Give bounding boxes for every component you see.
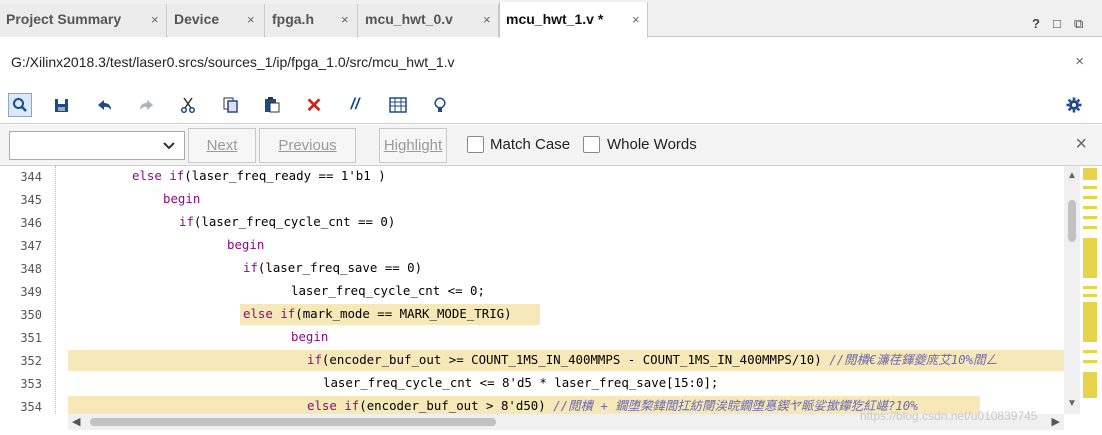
close-icon[interactable]: × — [151, 12, 159, 27]
line-number: 352 — [20, 354, 42, 368]
change-marker[interactable] — [1083, 294, 1097, 297]
editor-tab-bar: Project Summary × Device × fpga.h × mcu_… — [0, 0, 1102, 38]
tab-mcu-hwt-0[interactable]: mcu_hwt_0.v × — [359, 4, 499, 37]
change-marker[interactable] — [1083, 206, 1097, 209]
chevron-down-icon[interactable] — [163, 137, 175, 153]
horizontal-scroll-thumb[interactable] — [90, 418, 496, 426]
tab-label: fpga.h — [272, 11, 314, 27]
whole-words-checkbox[interactable] — [583, 136, 600, 153]
tab-label: Device — [174, 11, 220, 27]
line-number: 348 — [20, 262, 42, 276]
undo-icon[interactable] — [92, 93, 116, 117]
code-line: if(encoder_buf_out >= COUNT_1MS_IN_400MM… — [307, 352, 998, 367]
line-number: 346 — [20, 216, 42, 230]
help-icon[interactable]: ? — [1032, 16, 1040, 31]
change-marker[interactable] — [1083, 350, 1097, 353]
change-marker[interactable] — [1083, 372, 1097, 398]
next-button[interactable]: Next — [188, 128, 256, 163]
tab-device[interactable]: Device × — [168, 4, 265, 37]
match-case-checkbox[interactable] — [467, 136, 484, 153]
close-icon[interactable]: × — [1075, 53, 1084, 70]
restore-icon[interactable]: □ — [1053, 16, 1061, 31]
maximize-icon[interactable]: ⧉ — [1074, 16, 1083, 32]
tab-label: mcu_hwt_1.v * — [506, 11, 604, 27]
paste-icon[interactable] — [260, 93, 284, 117]
editor-toolbar: ✕ // — [0, 86, 1102, 124]
redo-icon[interactable] — [134, 93, 158, 117]
change-marker[interactable] — [1083, 360, 1097, 363]
code-line: begin — [291, 329, 329, 344]
tab-label: Project Summary — [6, 11, 122, 27]
scroll-right-icon[interactable]: ▶ — [1052, 415, 1060, 428]
line-number: 353 — [20, 377, 42, 391]
find-combobox[interactable] — [9, 131, 185, 160]
code-line: else if(laser_freq_ready == 1'b1 ) — [132, 168, 386, 183]
whole-words-label[interactable]: Whole Words — [607, 136, 697, 153]
comment-icon[interactable]: // — [343, 93, 367, 117]
code-line: else if(mark_mode == MARK_MODE_TRIG) — [243, 306, 512, 321]
previous-button[interactable]: Previous — [259, 128, 356, 163]
code-line: laser_freq_cycle_cnt <= 0; — [291, 283, 485, 298]
highlight-button[interactable]: Highlight — [379, 128, 447, 163]
change-marker[interactable] — [1083, 238, 1097, 278]
gear-icon[interactable] — [1062, 93, 1086, 117]
close-icon[interactable]: × — [247, 12, 255, 27]
code-line: if(laser_freq_cycle_cnt == 0) — [179, 214, 396, 229]
change-marker[interactable] — [1083, 168, 1097, 180]
column-select-icon[interactable] — [386, 93, 410, 117]
line-number: 344 — [20, 170, 42, 184]
line-number: 350 — [20, 308, 42, 322]
line-number: 351 — [20, 331, 42, 345]
code-line: begin — [227, 237, 265, 252]
copy-icon[interactable] — [218, 93, 242, 117]
scroll-left-icon[interactable]: ◀ — [72, 415, 80, 428]
code-line: else if(encoder_buf_out > 8'd50) //閲樻 + … — [307, 398, 918, 413]
code-line: laser_freq_cycle_cnt <= 8'd5 * laser_fre… — [323, 375, 719, 390]
change-marker[interactable] — [1083, 216, 1097, 219]
scroll-up-icon[interactable]: ▲ — [1067, 170, 1077, 181]
line-number-gutter: 344 345 346 347 348 349 350 351 352 353 … — [0, 166, 56, 414]
tab-label: mcu_hwt_0.v — [365, 11, 453, 27]
line-number: 347 — [20, 239, 42, 253]
change-marker[interactable] — [1083, 286, 1097, 289]
close-icon[interactable]: × — [1075, 133, 1087, 156]
change-marker[interactable] — [1083, 196, 1097, 199]
change-marker[interactable] — [1083, 226, 1097, 229]
find-bar: Next Previous Highlight Match Case Whole… — [0, 125, 1102, 166]
match-case-label[interactable]: Match Case — [490, 136, 570, 153]
line-number: 354 — [20, 400, 42, 414]
search-icon[interactable] — [8, 93, 32, 117]
save-icon[interactable] — [49, 93, 73, 117]
close-icon[interactable]: × — [632, 12, 640, 27]
code-line: if(laser_freq_save == 0) — [243, 260, 423, 275]
vertical-scrollbar[interactable]: ▲ ▼ — [1064, 166, 1080, 414]
scroll-down-icon[interactable]: ▼ — [1067, 398, 1077, 409]
lightbulb-icon[interactable] — [428, 93, 452, 117]
overview-ruler[interactable] — [1080, 166, 1102, 414]
file-path-bar: G:/Xilinx2018.3/test/laser0.srcs/sources… — [0, 38, 1102, 85]
close-icon[interactable]: × — [483, 12, 491, 27]
tab-project-summary[interactable]: Project Summary × — [0, 4, 167, 37]
watermark: https://blog.csdn.net/u010839745 — [860, 409, 1038, 423]
close-icon[interactable]: × — [341, 12, 349, 27]
line-number: 345 — [20, 193, 42, 207]
code-line: begin — [163, 191, 201, 206]
line-number: 349 — [20, 285, 42, 299]
tab-mcu-hwt-1[interactable]: mcu_hwt_1.v * × — [499, 2, 648, 38]
file-path: G:/Xilinx2018.3/test/laser0.srcs/sources… — [11, 54, 455, 70]
change-marker[interactable] — [1083, 186, 1097, 189]
vertical-scroll-thumb[interactable] — [1068, 200, 1076, 242]
code-editor[interactable]: 344 345 346 347 348 349 350 351 352 353 … — [0, 166, 1080, 414]
tab-fpga-h[interactable]: fpga.h × — [266, 4, 358, 37]
delete-icon[interactable]: ✕ — [302, 93, 326, 117]
cut-icon[interactable] — [176, 93, 200, 117]
change-marker[interactable] — [1083, 302, 1097, 342]
